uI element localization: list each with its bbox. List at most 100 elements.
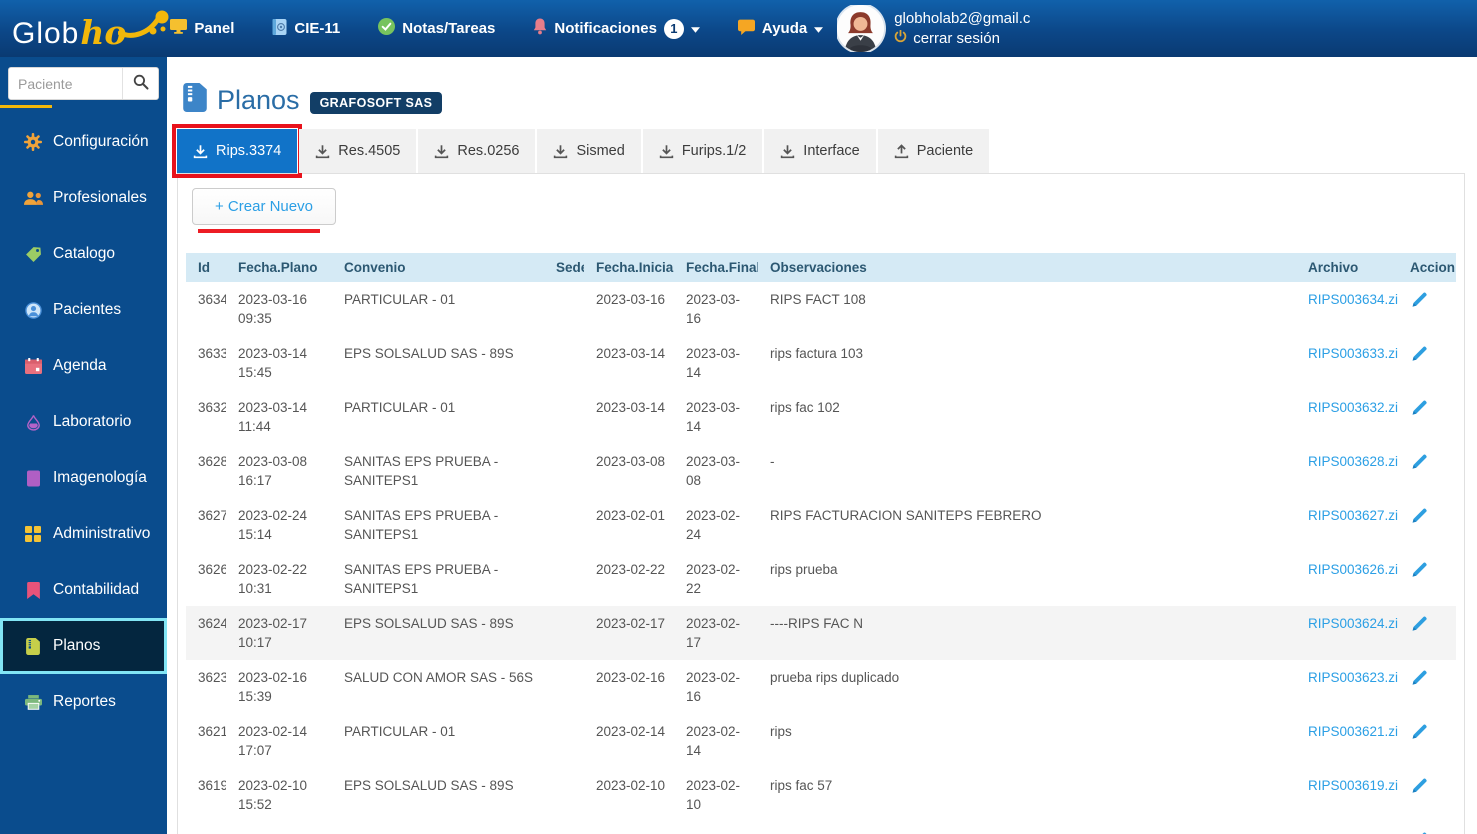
- cell-fecha-plano: 2023-02-14 17:07: [226, 714, 332, 768]
- zip-download-link[interactable]: RIPS003623.zip: [1308, 670, 1398, 685]
- fecha-plano-date: 2023-03-14: [238, 400, 308, 415]
- sidebar-item-planos[interactable]: Planos: [0, 618, 167, 674]
- cell-observaciones: RIPS FACT 108: [770, 292, 866, 307]
- download-icon: [434, 144, 449, 159]
- fecha-plano-date: 2023-03-08: [238, 454, 308, 469]
- edit-button[interactable]: [1410, 344, 1429, 366]
- nav-item-ayuda[interactable]: Ayuda: [737, 19, 824, 39]
- cell-id: 3626: [198, 562, 226, 577]
- nav-item-cie-11[interactable]: CIE-11: [272, 18, 340, 39]
- sidebar-item-configuracion[interactable]: Configuración: [0, 114, 167, 170]
- cell-fecha-final: 2023-02-09: [674, 822, 758, 834]
- cell-accion: [1398, 390, 1456, 444]
- search-button[interactable]: [122, 68, 158, 99]
- edit-button[interactable]: [1410, 506, 1429, 528]
- edit-button[interactable]: [1410, 452, 1429, 474]
- cell-accion: [1398, 552, 1456, 606]
- fecha-plano-time: 15:52: [238, 797, 272, 812]
- nav-item-notificaciones[interactable]: Notificaciones 1: [533, 18, 700, 39]
- tab-sismed[interactable]: Sismed: [537, 129, 641, 173]
- upload-icon: [894, 143, 909, 159]
- sidebar-item-laboratorio[interactable]: Laboratorio: [0, 394, 167, 450]
- edit-button[interactable]: [1410, 560, 1429, 582]
- main-content: Planos GRAFOSOFT SAS Rips.3374 Res.4505 Re…: [167, 57, 1477, 834]
- fecha-plano-date: 2023-02-09: [238, 830, 328, 834]
- red-underline-annotation: [198, 229, 320, 233]
- tab-res-0256[interactable]: Res.0256: [418, 129, 536, 173]
- cell-fecha-final: 2023-02-17: [686, 616, 741, 650]
- fecha-plano-time: 11:44: [238, 419, 271, 434]
- sidebar-item-contabilidad[interactable]: Contabilidad: [0, 562, 167, 618]
- sidebar-item-reportes[interactable]: Reportes: [0, 674, 167, 730]
- tab-rips-3374[interactable]: Rips.3374: [171, 124, 303, 178]
- sidebar-item-pacientes[interactable]: Pacientes: [0, 282, 167, 338]
- patient-search-input[interactable]: [9, 68, 122, 99]
- sidebar-item-imagenologia[interactable]: Imagenología: [0, 450, 167, 506]
- sidebar-item-catalogo[interactable]: Catalogo: [0, 226, 167, 282]
- cell-accion: [1398, 768, 1456, 822]
- zip-download-link[interactable]: RIPS003628.zip: [1308, 454, 1398, 469]
- nav-item-notas-tareas[interactable]: Notas/Tareas: [378, 18, 495, 39]
- zip-download-link[interactable]: RIPS003633.zip: [1308, 346, 1398, 361]
- cell-id: 3621: [198, 724, 226, 739]
- tab-paciente[interactable]: Paciente: [877, 129, 990, 173]
- globho-logo[interactable]: Glob ho: [12, 8, 170, 49]
- top-navbar: Glob ho Panel CIE-11 Notas/Tareas Notificaci…: [0, 0, 1477, 57]
- edit-button[interactable]: [1410, 830, 1429, 834]
- cell-fecha-plano: 2023-02-17 10:17: [226, 606, 332, 660]
- sidebar-item-label: Catalogo: [53, 245, 116, 262]
- zip-download-link[interactable]: RIPS003626.zip: [1308, 562, 1398, 577]
- check-circle-icon: [378, 18, 396, 39]
- edit-button[interactable]: [1410, 614, 1429, 636]
- logo-swoosh-icon: [117, 8, 170, 47]
- zip-download-link[interactable]: RIPS003624.zip: [1308, 616, 1398, 631]
- create-new-button[interactable]: + Crear Nuevo: [192, 188, 336, 225]
- zip-download-link[interactable]: RIPS003627.zip: [1308, 508, 1398, 523]
- edit-button[interactable]: [1410, 668, 1429, 690]
- user-avatar[interactable]: [837, 5, 885, 52]
- cell-convenio: PARTICULAR - 01: [344, 292, 456, 307]
- cell-fecha-plano: 2023-03-08 16:17: [226, 444, 332, 498]
- table-header-row: IdFecha.PlanoConvenioSedeFecha.InicialFe…: [186, 253, 1456, 282]
- column-header-archivo: Archivo: [1296, 253, 1398, 282]
- sidebar-item-administrativo[interactable]: Administrativo: [0, 506, 167, 562]
- cell-archivo: RIPS003621.zip: [1296, 714, 1398, 768]
- edit-button[interactable]: [1410, 398, 1429, 420]
- cell-convenio: PARTICULAR - 01: [344, 400, 456, 415]
- fecha-plano-date: 2023-03-14: [238, 346, 308, 361]
- fecha-plano-time: 09:35: [238, 311, 272, 326]
- fecha-plano-time: 10:31: [238, 581, 272, 596]
- table-row: 3628 2023-03-08 16:17 SANITAS EPS PRUEBA - …: [186, 444, 1456, 498]
- edit-button[interactable]: [1410, 722, 1429, 744]
- people-icon: [23, 191, 43, 206]
- tab-interface[interactable]: Interface: [764, 129, 876, 173]
- fecha-plano-time: 15:39: [238, 689, 272, 704]
- cell-fecha-final: 2023-02-10: [686, 778, 741, 812]
- planos-table: IdFecha.PlanoConvenioSedeFecha.InicialFe…: [186, 253, 1456, 834]
- nav-item-panel[interactable]: Panel: [170, 19, 234, 38]
- tab-res-4505[interactable]: Res.4505: [299, 129, 417, 173]
- tab-furips-1-2[interactable]: Furips.1/2: [642, 129, 763, 173]
- fecha-plano-date: 2023-03-16: [238, 292, 308, 307]
- cell-accion: [1398, 498, 1456, 552]
- column-header-id: Id: [186, 253, 226, 282]
- grid-icon: [23, 526, 43, 542]
- fecha-plano-time: 16:17: [238, 473, 272, 488]
- cell-fecha-final: 2023-02-16: [686, 670, 741, 704]
- navbar-menu: Panel CIE-11 Notas/Tareas Notificaciones 1 Ay…: [170, 18, 824, 39]
- sidebar-item-label: Administrativo: [53, 525, 151, 542]
- zip-download-link[interactable]: RIPS003634.zip: [1308, 292, 1398, 307]
- edit-button[interactable]: [1410, 290, 1429, 312]
- sidebar-item-profesionales[interactable]: Profesionales: [0, 170, 167, 226]
- zip-download-link[interactable]: RIPS003621.zip: [1308, 724, 1398, 739]
- zip-file-icon: [183, 83, 207, 117]
- table-row: 3623 2023-02-16 15:39 SALUD CON AMOR SAS - …: [186, 660, 1456, 714]
- logout-button[interactable]: cerrar sesión: [894, 29, 1030, 47]
- cell-archivo: RIPS003624.zip: [1296, 606, 1398, 660]
- edit-button[interactable]: [1410, 776, 1429, 798]
- zip-download-link[interactable]: RIPS003619.zip: [1308, 778, 1398, 793]
- zip-download-link[interactable]: RIPS003632.zip: [1308, 400, 1398, 415]
- tab-label: Furips.1/2: [681, 143, 747, 159]
- sidebar-item-agenda[interactable]: Agenda: [0, 338, 167, 394]
- cell-id: 3624: [198, 616, 226, 631]
